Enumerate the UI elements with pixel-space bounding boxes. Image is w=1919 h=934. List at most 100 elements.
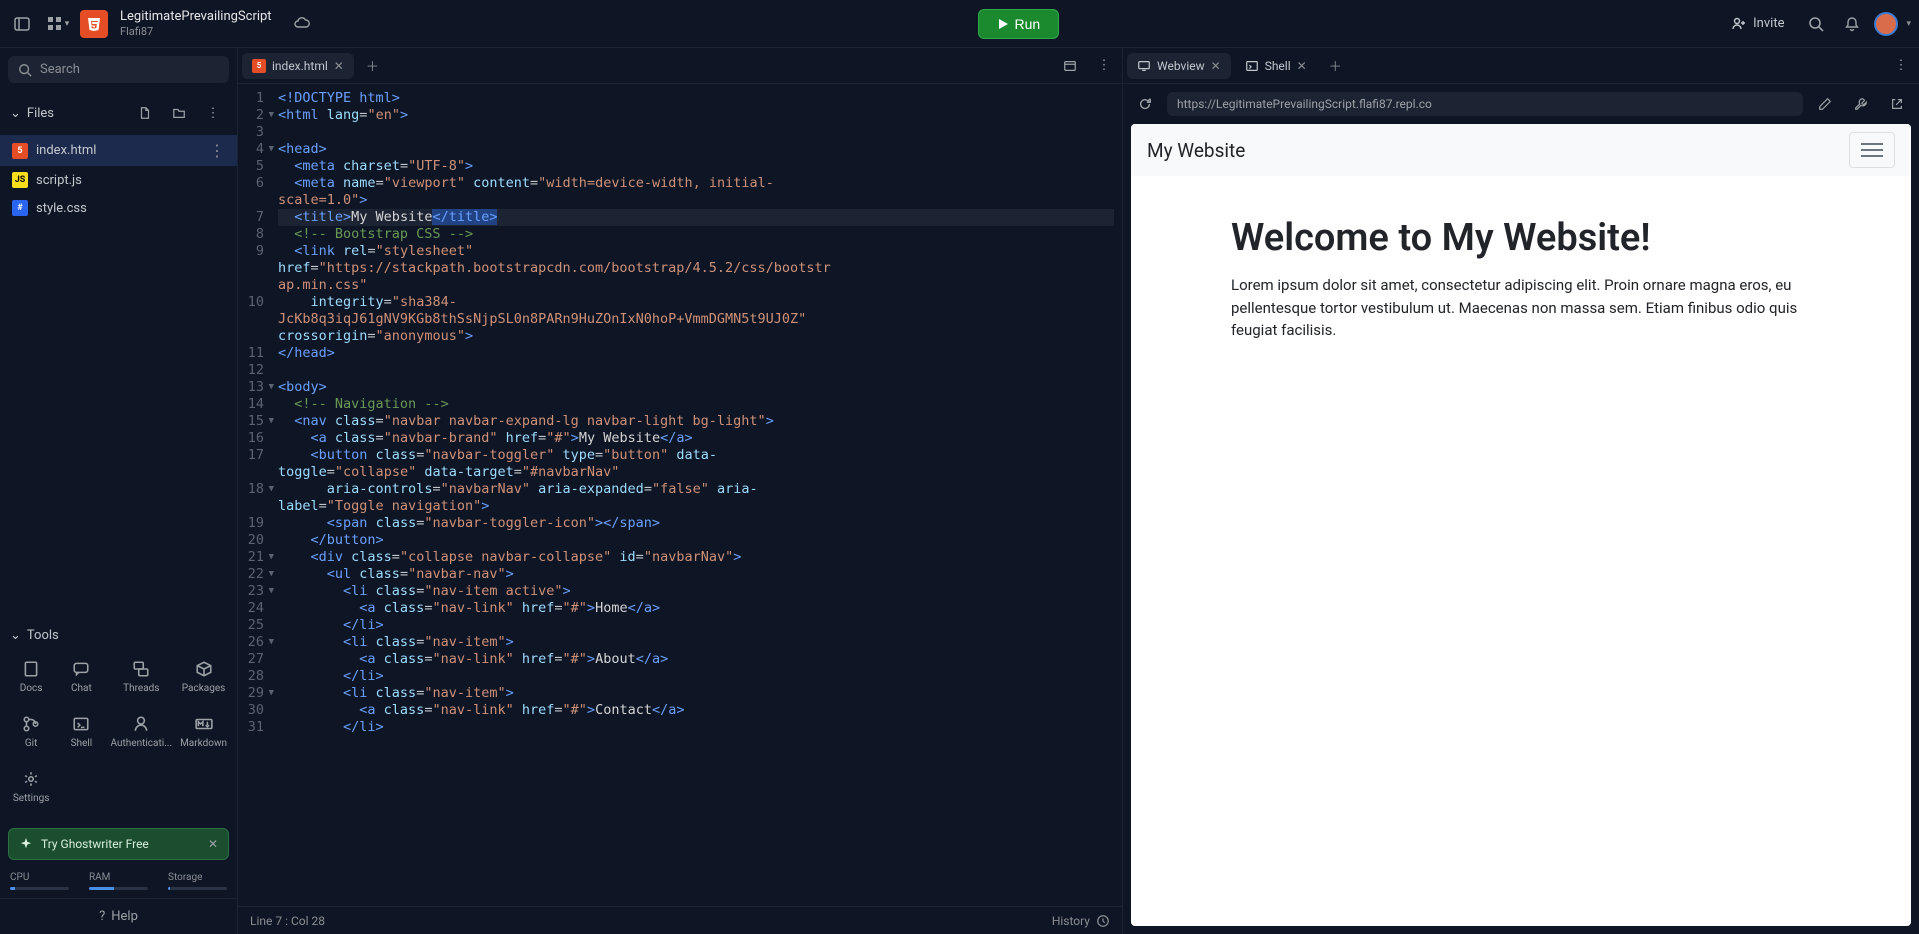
search-placeholder: Search xyxy=(40,62,80,77)
invite-label: Invite xyxy=(1753,16,1784,31)
preview-tab-bar: Webview ✕ Shell ✕ ＋ ⋮ xyxy=(1123,48,1919,84)
sidebar-toggle-icon[interactable] xyxy=(8,10,36,38)
open-external-icon[interactable] xyxy=(1883,90,1911,118)
rendered-content: Welcome to My Website! Lorem ipsum dolor… xyxy=(1131,176,1911,382)
more-icon[interactable]: ⋮ xyxy=(1887,52,1915,80)
css-file-icon: # xyxy=(12,200,28,216)
close-icon[interactable]: ✕ xyxy=(1297,59,1307,73)
webview-tab[interactable]: Webview ✕ xyxy=(1127,53,1231,79)
add-tab-button[interactable]: ＋ xyxy=(1321,52,1350,79)
html-file-icon: 5 xyxy=(12,143,28,159)
ram-meter: RAM xyxy=(89,872,148,890)
notifications-icon[interactable] xyxy=(1838,10,1866,38)
page-heading: Welcome to My Website! xyxy=(1231,216,1811,260)
code-body[interactable]: <!DOCTYPE html><html lang="en"> <head> <… xyxy=(270,84,1122,906)
hamburger-icon xyxy=(1861,149,1883,151)
chevron-down-icon[interactable]: ▾ xyxy=(1906,19,1911,29)
file-item[interactable]: JS script.js xyxy=(0,166,237,194)
chevron-down-icon: ⌄ xyxy=(10,106,21,121)
files-label: Files xyxy=(27,106,54,121)
url-bar: https://LegitimatePrevailingScript.flafi… xyxy=(1123,84,1919,124)
editor-tab[interactable]: 5 index.html ✕ xyxy=(242,53,354,79)
file-item[interactable]: 5 index.html ⋮ xyxy=(0,135,237,166)
wrench-icon[interactable] xyxy=(1847,90,1875,118)
cpu-meter: CPU xyxy=(10,872,69,890)
tools-grid: Docs Chat Threads Packages Git Shell Aut… xyxy=(0,651,237,820)
more-icon[interactable]: ⋮ xyxy=(1090,52,1118,80)
project-info[interactable]: LegitimatePrevailingScript Flafi87 xyxy=(120,9,272,38)
editor-status-bar: Line 7 : Col 28 History xyxy=(238,906,1122,934)
close-icon[interactable]: ✕ xyxy=(208,837,218,851)
new-folder-icon[interactable] xyxy=(165,99,193,127)
app-menu-icon[interactable]: ▾ xyxy=(44,10,72,38)
rendered-navbar: My Website xyxy=(1131,124,1911,176)
tool-settings[interactable]: Settings xyxy=(8,761,54,812)
line-gutter: 12▼34▼5678910111213▼1415▼161718▼192021▼2… xyxy=(238,84,270,906)
html-file-icon: 5 xyxy=(252,59,266,73)
editor-pane: 5 index.html ✕ ＋ ⋮ 12▼34▼5678910111213▼1… xyxy=(238,48,1123,934)
new-file-icon[interactable] xyxy=(131,99,159,127)
tab-label: index.html xyxy=(272,59,328,73)
tool-shell[interactable]: Shell xyxy=(58,706,104,757)
run-button[interactable]: Run xyxy=(978,9,1060,39)
page-body: Lorem ipsum dolor sit amet, consectetur … xyxy=(1231,274,1811,342)
file-name: script.js xyxy=(36,173,82,188)
help-icon: ? xyxy=(99,909,105,924)
invite-button[interactable]: Invite xyxy=(1721,12,1794,36)
reload-icon[interactable] xyxy=(1131,90,1159,118)
file-list: 5 index.html ⋮ JS script.js # style.css xyxy=(0,135,237,222)
app-header: ▾ LegitimatePrevailingScript Flafi87 Run… xyxy=(0,0,1919,48)
search-icon[interactable] xyxy=(1802,10,1830,38)
tool-auth[interactable]: Authenticati... xyxy=(109,706,175,757)
storage-meter: Storage xyxy=(168,872,227,890)
tools-section-header[interactable]: ⌄ Tools xyxy=(0,620,237,651)
close-icon[interactable]: ✕ xyxy=(1211,59,1221,73)
project-owner: Flafi87 xyxy=(120,25,272,38)
help-button[interactable]: ? Help xyxy=(0,898,237,934)
avatar[interactable] xyxy=(1874,12,1898,36)
preview-viewport: My Website Welcome to My Website! Lorem … xyxy=(1131,124,1911,926)
history-button[interactable]: History xyxy=(1052,914,1110,928)
tools-label: Tools xyxy=(27,628,59,643)
pencil-icon[interactable] xyxy=(1811,90,1839,118)
close-icon[interactable]: ✕ xyxy=(334,59,344,73)
cursor-position: Line 7 : Col 28 xyxy=(250,914,325,928)
ghostwriter-banner[interactable]: Try Ghostwriter Free ✕ xyxy=(8,828,229,860)
add-tab-button[interactable]: ＋ xyxy=(358,52,387,79)
file-name: index.html xyxy=(36,143,96,158)
chevron-down-icon: ⌄ xyxy=(10,628,21,643)
more-icon[interactable]: ⋮ xyxy=(199,99,227,127)
help-label: Help xyxy=(111,909,138,924)
project-type-icon xyxy=(80,10,108,38)
run-label: Run xyxy=(1015,16,1041,32)
shell-tab[interactable]: Shell ✕ xyxy=(1235,53,1317,79)
tool-docs[interactable]: Docs xyxy=(8,651,54,702)
history-icon xyxy=(1096,914,1110,928)
files-section-header[interactable]: ⌄ Files ⋮ xyxy=(0,91,237,135)
layout-icon[interactable] xyxy=(1056,52,1084,80)
project-title: LegitimatePrevailingScript xyxy=(120,9,272,25)
search-input[interactable]: Search xyxy=(8,56,229,83)
sidebar: Search ⌄ Files ⋮ 5 index.html ⋮ xyxy=(0,48,238,934)
monitor-icon xyxy=(1137,59,1151,73)
tool-markdown[interactable]: Markdown xyxy=(178,706,229,757)
shell-icon xyxy=(1245,59,1259,73)
navbar-brand[interactable]: My Website xyxy=(1147,139,1245,162)
sparkle-icon xyxy=(19,837,33,851)
file-more-icon[interactable]: ⋮ xyxy=(209,141,225,160)
tool-chat[interactable]: Chat xyxy=(58,651,104,702)
code-editor[interactable]: 12▼34▼5678910111213▼1415▼161718▼192021▼2… xyxy=(238,84,1122,906)
file-item[interactable]: # style.css xyxy=(0,194,237,222)
tool-git[interactable]: Git xyxy=(8,706,54,757)
editor-tab-bar: 5 index.html ✕ ＋ ⋮ xyxy=(238,48,1122,84)
cloud-sync-icon[interactable] xyxy=(288,10,316,38)
resource-meters: CPU RAM Storage xyxy=(0,868,237,898)
file-name: style.css xyxy=(36,201,87,216)
js-file-icon: JS xyxy=(12,172,28,188)
navbar-toggler[interactable] xyxy=(1849,132,1895,168)
preview-pane: Webview ✕ Shell ✕ ＋ ⋮ https://Legitimate… xyxy=(1123,48,1919,934)
tool-threads[interactable]: Threads xyxy=(109,651,175,702)
url-field[interactable]: https://LegitimatePrevailingScript.flafi… xyxy=(1167,92,1803,116)
ghostwriter-label: Try Ghostwriter Free xyxy=(41,837,149,851)
tool-packages[interactable]: Packages xyxy=(178,651,229,702)
